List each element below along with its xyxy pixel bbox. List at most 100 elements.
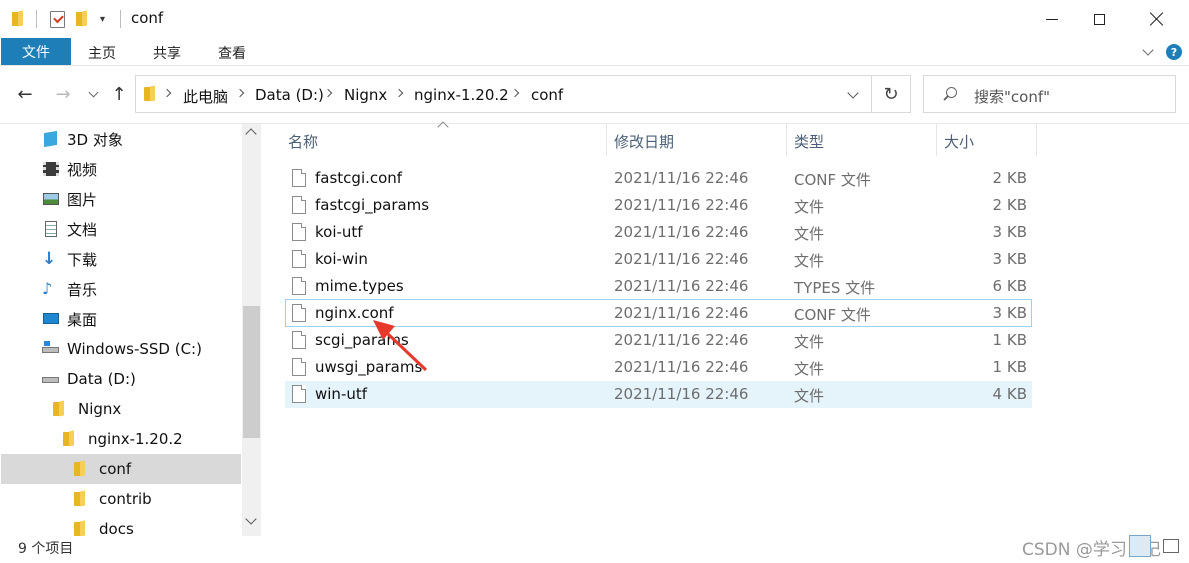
file-size: 2 KB xyxy=(992,196,1027,214)
file-size: 3 KB xyxy=(992,223,1027,241)
up-button[interactable]: ↑ xyxy=(107,80,131,108)
sidebar-item-nginx-1-20-2[interactable]: nginx-1.20.2 xyxy=(1,424,241,454)
file-type: 文件 xyxy=(794,252,825,270)
sidebar-item-data-d[interactable]: Data (D:) xyxy=(1,364,241,394)
sidebar-item-label: Nignx xyxy=(78,400,122,418)
folder-icon xyxy=(144,86,158,102)
sidebar-item-3d-objects[interactable]: 3D 对象 xyxy=(1,124,241,154)
chevron-right-icon[interactable] xyxy=(235,88,245,98)
sidebar-item-desktop[interactable]: 桌面 xyxy=(1,304,241,334)
search-box[interactable]: 搜索"conf" xyxy=(923,75,1176,113)
details-view-button[interactable] xyxy=(1127,533,1153,559)
minimize-button[interactable] xyxy=(1029,0,1075,38)
file-type: CONF 文件 xyxy=(794,171,871,189)
file-icon xyxy=(292,358,306,376)
chevron-right-icon[interactable] xyxy=(394,88,404,98)
file-type: TYPES 文件 xyxy=(794,279,876,297)
column-header-name[interactable]: 名称 xyxy=(288,131,318,152)
close-icon xyxy=(1150,12,1164,26)
file-size: 2 KB xyxy=(992,169,1027,187)
file-row[interactable]: scgi_params 2021/11/16 22:46 文件 1 KB xyxy=(285,327,1032,354)
sidebar-item-contrib[interactable]: contrib xyxy=(1,484,241,514)
tab-share[interactable]: 共享 xyxy=(153,43,181,63)
file-name: scgi_params xyxy=(315,331,409,349)
large-icons-view-button[interactable] xyxy=(1158,533,1184,559)
column-divider[interactable] xyxy=(1036,124,1037,156)
column-header-date[interactable]: 修改日期 xyxy=(614,131,674,152)
tab-home[interactable]: 主页 xyxy=(88,43,116,63)
scrollbar-thumb[interactable] xyxy=(243,306,260,438)
folder-icon xyxy=(53,401,71,417)
breadcrumb-nignx[interactable]: Nignx xyxy=(344,86,387,104)
sidebar-item-videos[interactable]: 视频 xyxy=(1,154,241,184)
close-button[interactable] xyxy=(1134,0,1180,38)
file-name: uwsgi_params xyxy=(315,358,423,376)
sidebar-item-nignx[interactable]: Nignx xyxy=(1,394,241,424)
column-divider[interactable] xyxy=(786,124,787,156)
help-icon[interactable]: ? xyxy=(1166,44,1182,60)
file-icon xyxy=(292,250,306,268)
music-icon: ♪ xyxy=(42,279,53,298)
sidebar-item-label: contrib xyxy=(99,490,152,508)
address-dropdown-icon[interactable] xyxy=(847,87,859,99)
file-type: 文件 xyxy=(794,225,825,243)
sidebar-item-downloads[interactable]: ↓ 下载 xyxy=(1,244,241,274)
video-icon xyxy=(42,161,60,177)
refresh-button[interactable]: ↻ xyxy=(872,75,911,113)
details-view-icon xyxy=(1129,535,1151,557)
sidebar-item-windows-ssd[interactable]: Windows-SSD (C:) xyxy=(1,334,241,364)
file-row[interactable]: fastcgi_params 2021/11/16 22:46 文件 2 KB xyxy=(285,192,1032,219)
folder-icon xyxy=(74,491,92,507)
chevron-right-icon[interactable] xyxy=(162,88,172,98)
column-divider[interactable] xyxy=(606,124,607,156)
forward-button[interactable]: → xyxy=(51,80,75,108)
breadcrumb-conf[interactable]: conf xyxy=(531,86,563,104)
desktop-icon xyxy=(42,311,60,327)
customize-toolbar-icon[interactable]: ▾ xyxy=(100,8,105,30)
new-folder-icon[interactable] xyxy=(76,8,90,30)
sidebar-item-conf[interactable]: conf xyxy=(1,454,241,484)
sidebar-item-label: conf xyxy=(99,460,132,478)
pictures-icon xyxy=(42,191,60,207)
sidebar-item-pictures[interactable]: 图片 xyxy=(1,184,241,214)
address-bar[interactable]: 此电脑 Data (D:) Nignx nginx-1.20.2 conf xyxy=(135,75,872,113)
chevron-right-icon[interactable] xyxy=(510,88,520,98)
folder-icon xyxy=(63,431,81,447)
search-input[interactable]: 搜索"conf" xyxy=(974,86,1050,107)
sidebar-item-docs[interactable]: docs xyxy=(1,514,241,536)
3d-objects-icon xyxy=(42,130,60,148)
maximize-icon xyxy=(1093,13,1105,25)
divider xyxy=(0,65,1189,66)
tab-view[interactable]: 查看 xyxy=(218,43,246,63)
file-row[interactable]: win-utf 2021/11/16 22:46 文件 4 KB xyxy=(285,381,1032,408)
column-header-size[interactable]: 大小 xyxy=(944,131,974,152)
column-divider[interactable] xyxy=(936,124,937,156)
drive-c-icon xyxy=(42,341,60,357)
column-header-type[interactable]: 类型 xyxy=(794,131,824,152)
chevron-right-icon[interactable] xyxy=(323,88,333,98)
breadcrumb-nginx-1-20-2[interactable]: nginx-1.20.2 xyxy=(414,86,509,104)
file-type: 文件 xyxy=(794,333,825,351)
file-icon xyxy=(292,223,306,241)
file-name: fastcgi.conf xyxy=(315,169,403,187)
tab-file[interactable]: 文件 xyxy=(1,38,71,65)
maximize-button[interactable] xyxy=(1076,0,1122,38)
sidebar-item-music[interactable]: ♪ 音乐 xyxy=(1,274,241,304)
file-row[interactable]: uwsgi_params 2021/11/16 22:46 文件 1 KB xyxy=(285,354,1032,381)
breadcrumb-data-d[interactable]: Data (D:) xyxy=(255,86,324,104)
file-row[interactable]: koi-utf 2021/11/16 22:46 文件 3 KB xyxy=(285,219,1032,246)
recent-locations-icon[interactable] xyxy=(88,87,99,98)
file-row[interactable]: mime.types 2021/11/16 22:46 TYPES 文件 6 K… xyxy=(285,273,1032,300)
sidebar-item-label: 图片 xyxy=(67,190,98,209)
properties-icon[interactable] xyxy=(50,8,65,30)
file-row[interactable]: nginx.conf 2021/11/16 22:46 CONF 文件 3 KB xyxy=(285,299,1032,327)
file-row[interactable]: koi-win 2021/11/16 22:46 文件 3 KB xyxy=(285,246,1032,273)
sidebar-item-documents[interactable]: 文档 xyxy=(1,214,241,244)
breadcrumb-this-pc[interactable]: 此电脑 xyxy=(183,86,228,107)
file-date: 2021/11/16 22:46 xyxy=(614,169,749,187)
window-title: conf xyxy=(131,9,164,27)
file-name: mime.types xyxy=(315,277,404,295)
back-button[interactable]: ← xyxy=(13,80,37,108)
file-row[interactable]: fastcgi.conf 2021/11/16 22:46 CONF 文件 2 … xyxy=(285,165,1032,192)
file-icon xyxy=(292,196,306,214)
